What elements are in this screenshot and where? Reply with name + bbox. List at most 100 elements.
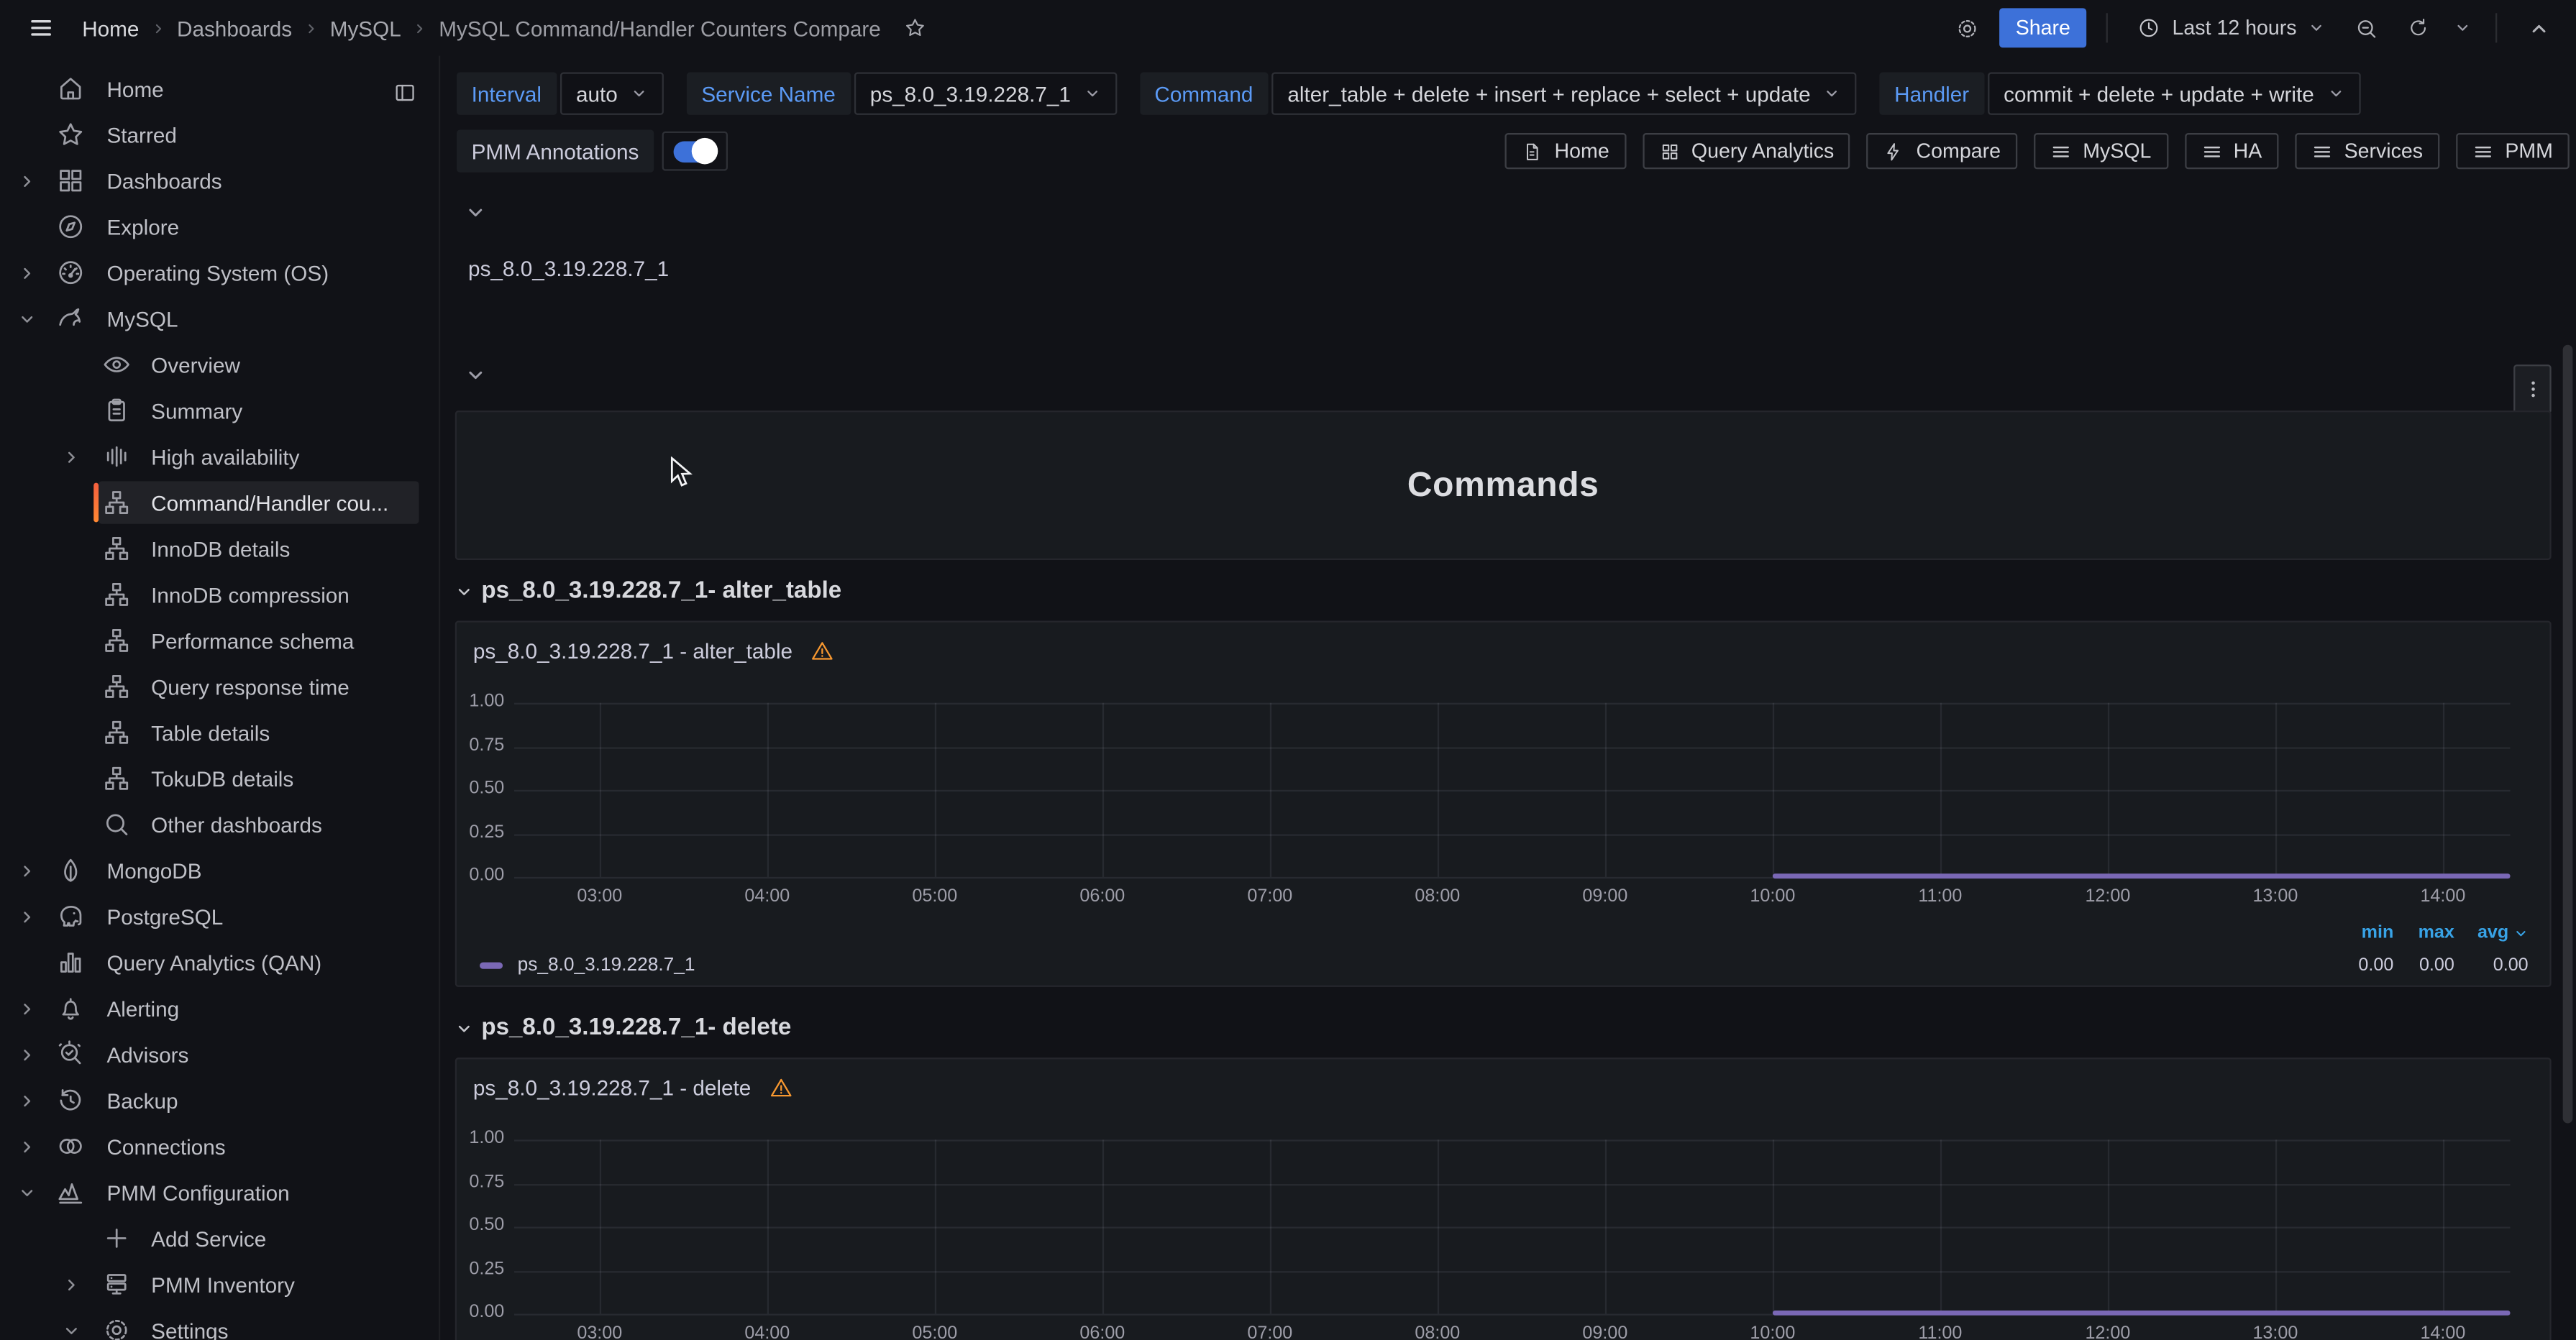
plot-area[interactable] (514, 1139, 2511, 1313)
breadcrumb-item-mysql-command-handler-counters-compare: MySQL Command/Handler Counters Compare (439, 16, 881, 40)
sidebar-item-query-response-time[interactable]: Query response time (0, 664, 439, 710)
x-axis-tick-label: 09:00 (1569, 887, 1642, 907)
server-icon (102, 1270, 132, 1299)
kiosk-mode-button[interactable] (2517, 6, 2559, 49)
doc-icon (1522, 140, 1543, 162)
clipboard-icon (102, 396, 132, 426)
sidebar-item-dashboards[interactable]: Dashboards (0, 157, 439, 203)
plus-icon (102, 1224, 132, 1253)
y-axis-tick-label: 0.25 (457, 1259, 504, 1278)
pmm-annotations-toggle[interactable] (662, 132, 727, 171)
dashboard-settings-button[interactable] (1947, 6, 1989, 49)
sidebar-item-home[interactable]: Home (0, 65, 439, 111)
sidebar-item-summary[interactable]: Summary (0, 387, 439, 433)
sitemap-icon (102, 671, 132, 701)
panel-header[interactable]: ps_8.0_3.19.228.7_1 - delete (473, 1075, 794, 1100)
dashboard-link-compare[interactable]: Compare (1867, 133, 2017, 169)
sidebar-item-other-dashboards[interactable]: Other dashboards (0, 802, 439, 848)
x-axis-tick-label: 11:00 (1904, 887, 1977, 907)
bars-icon (2311, 140, 2333, 162)
sidebar-item-backup[interactable]: Backup (0, 1078, 439, 1124)
sidebar-item-operating-system-os-[interactable]: Operating System (OS) (0, 249, 439, 295)
sidebar-item-tokudb-details[interactable]: TokuDB details (0, 756, 439, 802)
sidebar-item-label: Summary (151, 398, 242, 423)
sidebar-item-command-handler-cou-[interactable]: Command/Handler cou... (0, 479, 439, 526)
chevron-right-icon (18, 999, 36, 1017)
panel-header[interactable]: ps_8.0_3.19.228.7_1 - alter_table (473, 639, 836, 664)
chevron-right-icon (18, 172, 36, 190)
chart-panel-alter-table: ps_8.0_3.19.228.7_1 - alter_table1.000.7… (455, 621, 2552, 987)
chevron-down-icon (1084, 86, 1100, 102)
chevron-down-icon (455, 1019, 473, 1037)
scrollbar-thumb[interactable] (2563, 345, 2573, 1124)
row-collapse-chevron-2[interactable] (465, 364, 486, 386)
sidebar-item-performance-schema[interactable]: Performance schema (0, 618, 439, 664)
dashboard-link-mysql[interactable]: MySQL (2034, 133, 2168, 169)
sidebar-item-overview[interactable]: Overview (0, 341, 439, 387)
sidebar-item-pmm-configuration[interactable]: PMM Configuration (0, 1169, 439, 1215)
legend-stat-header-max[interactable]: max (2393, 923, 2454, 942)
legend-stat-header-min[interactable]: min (2328, 923, 2393, 942)
refresh-button[interactable] (2397, 6, 2439, 49)
row-header-alter-table[interactable]: ps_8.0_3.19.228.7_1- alter_table (455, 578, 841, 605)
x-axis-tick-label: 12:00 (2072, 887, 2145, 907)
dashboard-link-services[interactable]: Services (2295, 133, 2439, 169)
sidebar-item-innodb-compression[interactable]: InnoDB compression (0, 572, 439, 618)
variable-value-dropdown[interactable]: auto (559, 73, 664, 115)
sidebar-item-high-availability[interactable]: High availability (0, 433, 439, 479)
sidebar-item-mysql[interactable]: MySQL (0, 295, 439, 341)
dashboard-link-label: Compare (1917, 139, 2001, 162)
legend-stat-header-avg[interactable]: avg (2454, 923, 2529, 942)
time-range-picker[interactable]: Last 12 hours (2128, 6, 2334, 49)
zoom-out-time-button[interactable] (2344, 6, 2387, 49)
refresh-interval-picker[interactable] (2449, 6, 2476, 49)
v-gridline (767, 703, 769, 877)
rings-icon (56, 1132, 86, 1161)
dashboard-link-pmm[interactable]: PMM (2456, 133, 2570, 169)
dock-menu-button[interactable] (383, 70, 425, 113)
chevron-down-icon (1824, 86, 1840, 102)
h-gridline (514, 833, 2511, 835)
share-button[interactable]: Share (1999, 8, 2087, 47)
variable-value-dropdown[interactable]: commit + delete + update + write (1987, 73, 2360, 115)
legend-series-row[interactable]: ps_8.0_3.19.228.7_1 (480, 956, 695, 976)
variable-handler: Handlercommit + delete + update + write (1880, 73, 2360, 115)
sidebar-item-query-analytics-qan-[interactable]: Query Analytics (QAN) (0, 940, 439, 986)
panel-menu-button[interactable] (2513, 364, 2552, 414)
dashboard-link-home[interactable]: Home (1505, 133, 1626, 169)
sidebar-item-explore[interactable]: Explore (0, 203, 439, 249)
sidebar-item-advisors[interactable]: Advisors (0, 1032, 439, 1078)
sidebar-item-table-details[interactable]: Table details (0, 710, 439, 756)
sidebar-item-connections[interactable]: Connections (0, 1124, 439, 1170)
sidebar-item-postgresql[interactable]: PostgreSQL (0, 894, 439, 940)
mega-menu-toggle-button[interactable] (19, 6, 62, 49)
chevron-right-icon (18, 1091, 36, 1109)
refresh-icon (2407, 17, 2430, 40)
dashboard-link-ha[interactable]: HA (2184, 133, 2278, 169)
sidebar-item-alerting[interactable]: Alerting (0, 986, 439, 1032)
row-header-delete[interactable]: ps_8.0_3.19.228.7_1- delete (455, 1015, 791, 1042)
breadcrumb-item-dashboards[interactable]: Dashboards (177, 16, 292, 40)
sidebar-item-settings[interactable]: Settings (0, 1307, 439, 1340)
variable-selected-value: alter_table + delete + insert + replace … (1287, 81, 1810, 106)
x-axis-tick-label: 12:00 (2072, 1323, 2145, 1340)
variable-value-dropdown[interactable]: alter_table + delete + insert + replace … (1271, 73, 1857, 115)
variable-value-dropdown[interactable]: ps_8.0_3.19.228.7_1 (854, 73, 1117, 115)
scrollbar-track[interactable] (2563, 56, 2573, 1340)
breadcrumb-item-home[interactable]: Home (82, 16, 139, 40)
dashboard-link-query-analytics[interactable]: Query Analytics (1642, 133, 1850, 169)
plot-area[interactable] (514, 703, 2511, 877)
sidebar-item-starred[interactable]: Starred (0, 111, 439, 157)
favorite-dashboard-button[interactable] (891, 6, 933, 49)
bell-icon (56, 993, 86, 1023)
x-axis-tick-label: 11:00 (1904, 1323, 1977, 1340)
sidebar-item-mongodb[interactable]: MongoDB (0, 848, 439, 894)
row-collapse-chevron-1[interactable] (465, 202, 486, 224)
breadcrumb-item-mysql[interactable]: MySQL (330, 16, 401, 40)
legend-stat-values: 0.000.000.00 (2328, 956, 2529, 976)
sidebar-item-pmm-inventory[interactable]: PMM Inventory (0, 1261, 439, 1307)
sidebar-item-innodb-details[interactable]: InnoDB details (0, 526, 439, 572)
sidebar-item-add-service[interactable]: Add Service (0, 1215, 439, 1261)
bar-chart-icon (56, 947, 86, 977)
panel-title: ps_8.0_3.19.228.7_1 - alter_table (473, 639, 793, 664)
